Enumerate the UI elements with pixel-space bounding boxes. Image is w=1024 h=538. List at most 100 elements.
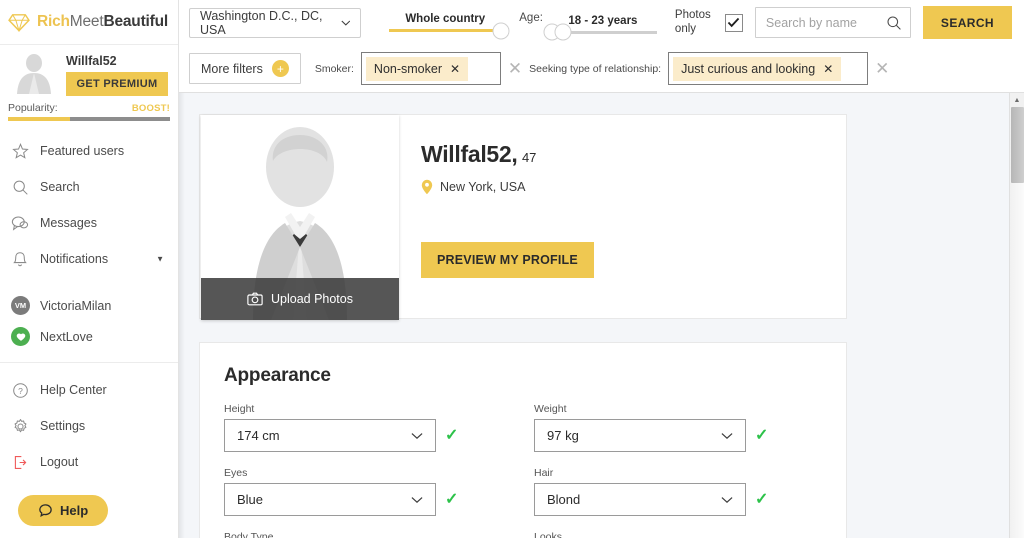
question-circle-icon: ? — [11, 381, 29, 399]
search-icon[interactable] — [886, 15, 902, 31]
photos-only-filter[interactable]: Photos only — [675, 9, 743, 35]
smoker-filter-box[interactable]: Non-smoker ✕ — [360, 52, 501, 85]
chevron-down-icon[interactable]: ▼ — [156, 255, 164, 264]
valid-check-icon: ✓ — [755, 490, 769, 508]
upload-photos-button[interactable]: Upload Photos — [201, 278, 399, 320]
get-premium-button[interactable]: GET PREMIUM — [66, 72, 168, 96]
field-height: Height 174 cm ✓ — [224, 403, 512, 452]
appearance-card: Appearance Height 174 cm ✓ Weight 97 kg … — [199, 342, 847, 538]
profile-photo-box[interactable]: Upload Photos — [201, 115, 399, 320]
filter-row-secondary: More filters + Smoker: Non-smoker ✕ ✕ Se… — [179, 45, 1024, 92]
diamond-icon — [8, 13, 30, 32]
sidebar-item-label: Search — [40, 180, 80, 194]
photos-only-checkbox[interactable] — [724, 13, 743, 32]
photos-only-label: Photos only — [674, 9, 711, 35]
help-button[interactable]: Help — [18, 495, 109, 526]
brand-logo[interactable]: RichMeetBeautiful — [0, 0, 178, 45]
smoker-filter-token[interactable]: Non-smoker ✕ — [365, 56, 469, 81]
eyes-select[interactable]: Blue — [224, 483, 436, 516]
profile-heading: Willfal52, 47 — [421, 141, 846, 168]
partner-item-victoriamilan[interactable]: VM VictoriaMilan — [0, 290, 178, 321]
boost-link[interactable]: BOOST! — [132, 103, 170, 114]
height-select[interactable]: 174 cm — [224, 419, 436, 452]
plus-icon: + — [271, 60, 289, 77]
relationship-filter-token[interactable]: Just curious and looking ✕ — [673, 56, 842, 81]
field-label: Looks — [534, 531, 563, 538]
age-slider-knob-max[interactable] — [554, 23, 572, 41]
user-summary: Willfal52 GET PREMIUM — [0, 45, 178, 96]
location-select[interactable]: Washington D.C., DC, USA — [189, 7, 362, 38]
sidebar-item-help-center[interactable]: ? Help Center — [0, 372, 178, 408]
chevron-down-icon — [721, 496, 733, 503]
popularity-bar-fill — [8, 117, 70, 121]
brand-part-3: Beautiful — [103, 13, 168, 30]
primary-nav: Featured users Search Messages Notificat… — [0, 133, 178, 277]
svg-text:?: ? — [18, 385, 23, 395]
token-label: Non-smoker — [373, 61, 442, 76]
avatar-silhouette-icon — [17, 54, 51, 94]
profile-location: New York, USA — [440, 180, 526, 194]
hair-select[interactable]: Blond — [534, 483, 746, 516]
field-value: 97 kg — [547, 428, 579, 443]
help-button-label: Help — [60, 503, 89, 518]
appearance-fields: Height 174 cm ✓ Weight 97 kg ✓ Eyes Blue… — [224, 403, 822, 538]
relationship-filter-box[interactable]: Just curious and looking ✕ — [668, 52, 869, 85]
brand-part-2: Meet — [69, 13, 104, 30]
brand-part-1: Rich — [37, 13, 70, 30]
app-root: RichMeetBeautiful Willfal52 GET PREMIUM … — [0, 0, 1024, 538]
weight-select[interactable]: 97 kg — [534, 419, 746, 452]
chat-icon — [11, 214, 29, 232]
sidebar-item-search[interactable]: Search — [0, 169, 178, 205]
sidebar-item-messages[interactable]: Messages — [0, 205, 178, 241]
remove-token-icon[interactable]: ✕ — [450, 63, 460, 75]
search-button[interactable]: SEARCH — [922, 6, 1012, 39]
valid-check-icon: ✓ — [445, 426, 459, 444]
content-scrollbar[interactable]: ▲ — [1009, 93, 1024, 538]
profile-card: Upload Photos Willfal52, 47 New York, US… — [199, 114, 847, 320]
clear-smoker-filter-icon[interactable]: ✕ — [508, 60, 522, 77]
distance-slider-fill — [389, 29, 502, 32]
bell-icon — [11, 250, 29, 268]
remove-token-icon[interactable]: ✕ — [823, 63, 833, 75]
sidebar-item-logout[interactable]: Logout — [0, 444, 178, 480]
scroll-up-button[interactable]: ▲ — [1010, 93, 1024, 107]
clear-relationship-filter-icon[interactable]: ✕ — [875, 60, 889, 77]
avatar[interactable] — [10, 52, 58, 94]
chevron-down-icon — [721, 432, 733, 439]
smoker-filter-label: Smoker: — [314, 62, 354, 75]
profile-location-row: New York, USA — [421, 179, 846, 195]
age-slider[interactable] — [543, 23, 657, 41]
field-value: Blond — [547, 492, 581, 507]
distance-slider-knob[interactable] — [492, 22, 510, 39]
search-field[interactable] — [754, 7, 911, 38]
victoriamilan-icon: VM — [11, 296, 30, 315]
distance-slider[interactable] — [389, 22, 510, 39]
profile-age: 47 — [521, 150, 537, 165]
age-slider-group: 18 - 23 years — [543, 15, 657, 41]
partner-label: NextLove — [40, 329, 93, 344]
search-input[interactable] — [765, 15, 886, 30]
location-pin-icon — [421, 179, 433, 195]
scrollbar-thumb[interactable] — [1011, 107, 1024, 183]
field-row: Blond ✓ — [534, 483, 822, 516]
logout-icon — [11, 453, 29, 471]
field-row: Blue ✓ — [224, 483, 512, 516]
distance-label: Whole country — [405, 13, 486, 25]
sidebar-item-featured-users[interactable]: Featured users — [0, 133, 178, 169]
user-info: Willfal52 GET PREMIUM — [66, 52, 168, 96]
sidebar-item-settings[interactable]: Settings — [0, 408, 178, 444]
sidebar-item-label: Help Center — [40, 383, 107, 397]
preview-profile-button[interactable]: PREVIEW MY PROFILE — [421, 242, 594, 278]
chevron-down-icon — [411, 496, 423, 503]
partner-item-nextlove[interactable]: NextLove — [0, 321, 178, 352]
sidebar-item-label: Logout — [40, 455, 79, 469]
field-value: 174 cm — [237, 428, 280, 443]
field-label: Hair — [534, 467, 554, 479]
more-filters-button[interactable]: More filters + — [189, 53, 301, 84]
brand-name: RichMeetBeautiful — [37, 13, 168, 31]
field-label: Eyes — [224, 467, 248, 479]
filter-row-primary: Washington D.C., DC, USA Whole country A… — [179, 0, 1024, 45]
valid-check-icon: ✓ — [445, 490, 459, 508]
field-hair: Hair Blond ✓ — [534, 467, 822, 516]
sidebar-item-notifications[interactable]: Notifications ▼ — [0, 241, 178, 277]
